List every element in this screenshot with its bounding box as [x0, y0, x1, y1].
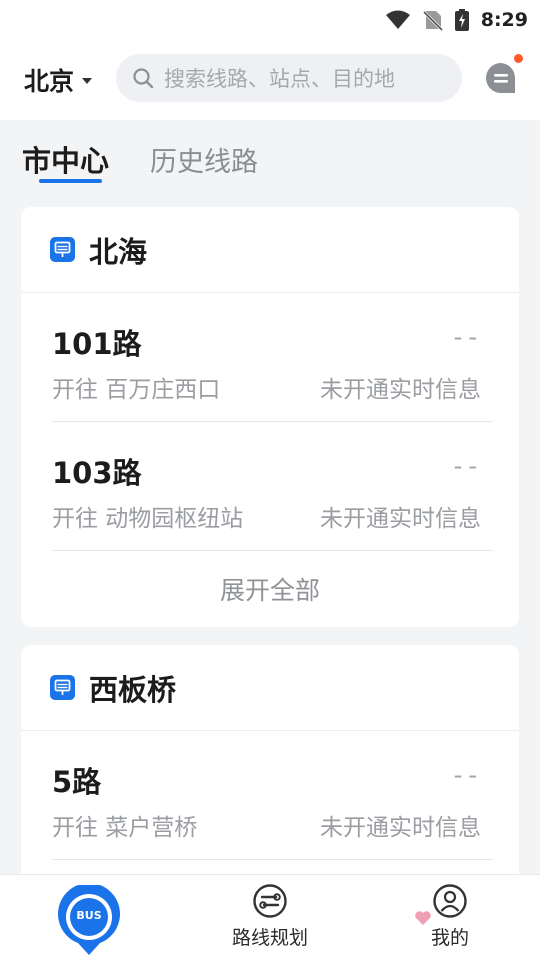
message-icon[interactable]: [484, 61, 518, 95]
expand-all-button[interactable]: 展开全部: [21, 551, 519, 627]
route-status: 未开通实时信息: [320, 506, 481, 532]
heart-icon: [415, 911, 431, 925]
status-bar: 8:29: [0, 0, 540, 40]
profile-icon: [433, 884, 467, 918]
search-placeholder: 搜索线路、站点、目的地: [164, 67, 395, 91]
bus-stop-icon: [50, 675, 75, 700]
bus-badge-label: BUS: [76, 909, 102, 922]
nav-bus-button[interactable]: BUS: [57, 883, 121, 955]
stop-header[interactable]: 北海: [21, 207, 519, 293]
stop-name: 西板桥: [89, 672, 177, 707]
tab-active-indicator: [39, 179, 102, 183]
search-input[interactable]: 搜索线路、站点、目的地: [116, 54, 462, 102]
wifi-icon: [385, 10, 410, 29]
route-status: 未开通实时信息: [320, 815, 481, 841]
route-plan-icon: [253, 884, 287, 918]
route-item[interactable]: 103路 开往 动物园枢纽站 -- 未开通实时信息: [52, 422, 493, 551]
nav-route-planning[interactable]: 路线规划: [224, 883, 316, 959]
route-item[interactable]: 101路 开往 百万庄西口 -- 未开通实时信息: [52, 293, 493, 422]
route-eta: --: [453, 761, 483, 789]
tab-bar: 市中心 历史线路: [0, 120, 540, 198]
route-name: 5路: [52, 765, 102, 799]
nav-route-planning-label: 路线规划: [231, 927, 308, 949]
bottom-nav: BUS 路线规划 我的: [0, 874, 540, 960]
bus-stop-icon: [50, 237, 75, 262]
stop-name: 北海: [89, 234, 148, 269]
header: 北京 搜索线路、站点、目的地: [0, 40, 540, 120]
caret-down-icon: [82, 78, 93, 84]
route-name: 101路: [52, 327, 142, 361]
city-name: 北京: [24, 67, 75, 96]
route-eta: --: [453, 452, 483, 480]
stop-card: 西板桥 5路 开往 菜户营桥 -- 未开通实时信息: [21, 645, 519, 885]
route-destination: 开往 百万庄西口: [52, 377, 221, 403]
route-status: 未开通实时信息: [320, 377, 481, 403]
notification-dot: [514, 54, 523, 63]
stop-header[interactable]: 西板桥: [21, 645, 519, 731]
route-destination: 开往 菜户营桥: [52, 815, 198, 841]
route-item[interactable]: 5路 开往 菜户营桥 -- 未开通实时信息: [52, 731, 493, 860]
battery-charging-icon: [454, 9, 469, 31]
search-icon: [133, 68, 154, 89]
stop-card: 北海 101路 开往 百万庄西口 -- 未开通实时信息 103路 开往 动物园枢…: [21, 207, 519, 627]
tab-history-routes[interactable]: 历史线路: [150, 140, 258, 179]
clock: 8:29: [480, 9, 528, 31]
route-name: 103路: [52, 456, 142, 490]
nav-mine-label: 我的: [430, 927, 469, 949]
no-sim-icon: [422, 10, 443, 31]
city-selector[interactable]: 北京: [24, 62, 93, 98]
route-destination: 开往 动物园枢纽站: [52, 506, 244, 532]
tab-city-center[interactable]: 市中心: [22, 138, 109, 180]
route-eta: --: [453, 323, 483, 351]
